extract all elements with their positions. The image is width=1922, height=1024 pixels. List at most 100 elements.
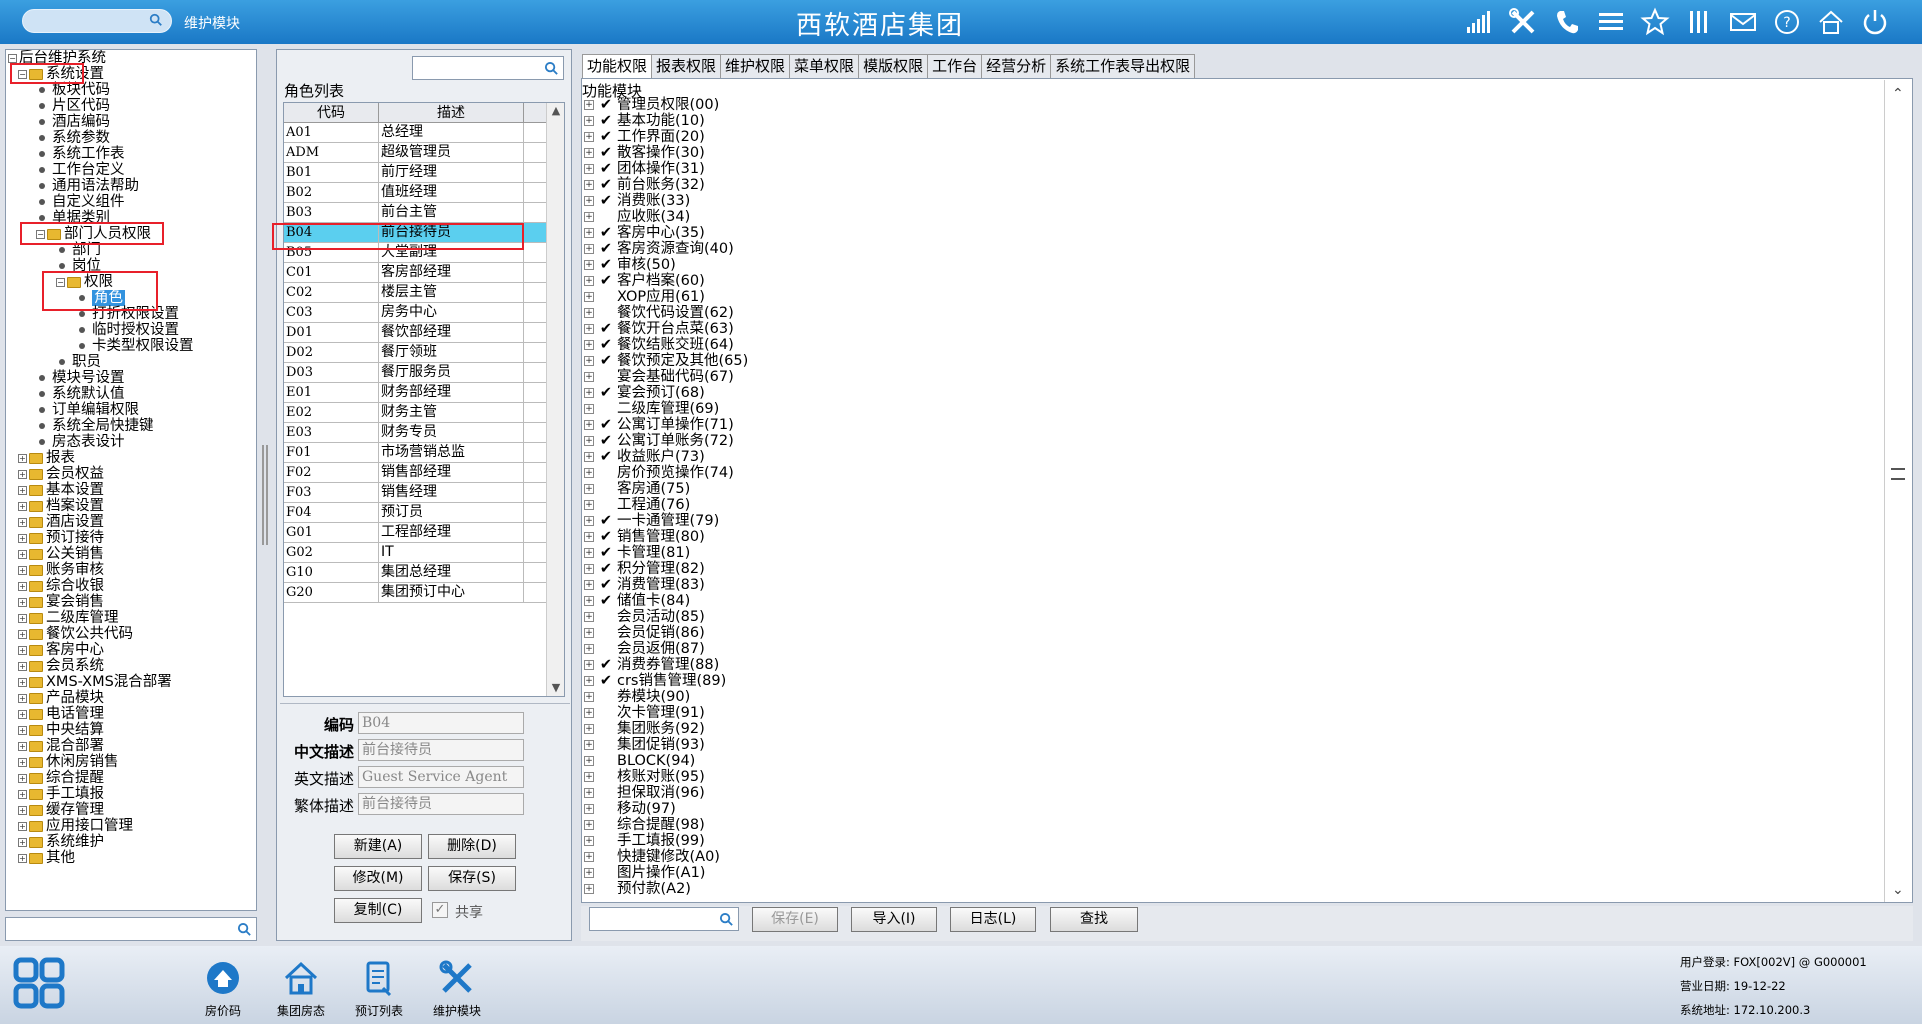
- new-button[interactable]: 新建(A): [334, 834, 422, 859]
- global-search-input[interactable]: [22, 9, 172, 33]
- expand-toggle-icon[interactable]: +: [18, 741, 27, 751]
- tab-permission[interactable]: 系统工作表导出权限: [1050, 54, 1196, 78]
- expand-toggle-icon[interactable]: +: [18, 821, 27, 831]
- expand-toggle-icon[interactable]: +: [584, 596, 594, 606]
- tree-item[interactable]: 系统默认值: [6, 386, 256, 402]
- checkmark-icon[interactable]: ✔: [599, 529, 613, 545]
- expand-toggle-icon[interactable]: +: [18, 501, 27, 511]
- permission-item[interactable]: + ✔ 审核(50): [584, 257, 748, 273]
- permission-item[interactable]: + 集团账务(92): [584, 721, 748, 737]
- tree-item[interactable]: + 酒店设置: [6, 514, 256, 530]
- expand-toggle-icon[interactable]: +: [18, 837, 27, 847]
- tree-item[interactable]: 系统全局快捷键: [6, 418, 256, 434]
- permission-item[interactable]: + ✔ 公寓订单账务(72): [584, 433, 748, 449]
- checkmark-icon[interactable]: ✔: [599, 145, 613, 161]
- start-menu-icon[interactable]: [12, 954, 68, 1014]
- expand-toggle-icon[interactable]: +: [584, 244, 594, 254]
- checkmark-icon[interactable]: ✔: [599, 97, 613, 113]
- permission-item[interactable]: + ✔ 团体操作(31): [584, 161, 748, 177]
- role-row[interactable]: G02 IT: [284, 543, 564, 563]
- tree-item[interactable]: 系统工作表: [6, 146, 256, 162]
- scroll-down-icon[interactable]: ⌄: [1892, 882, 1904, 898]
- permission-item[interactable]: + 担保取消(96): [584, 785, 748, 801]
- permission-item[interactable]: + 应收账(34): [584, 209, 748, 225]
- dock-item-maintenance[interactable]: 维护模块: [422, 958, 492, 1019]
- expand-toggle-icon[interactable]: +: [18, 629, 27, 639]
- find-button[interactable]: 查找: [1050, 907, 1138, 932]
- tab-permission[interactable]: 模版权限: [858, 54, 929, 78]
- expand-toggle-icon[interactable]: +: [584, 116, 594, 126]
- column-header-desc[interactable]: 描述: [379, 103, 524, 122]
- checkmark-icon[interactable]: ✔: [599, 113, 613, 129]
- expand-toggle-icon[interactable]: +: [584, 548, 594, 558]
- expand-toggle-icon[interactable]: +: [584, 404, 594, 414]
- role-row[interactable]: A01 总经理: [284, 123, 564, 143]
- expand-toggle-icon[interactable]: −: [8, 53, 17, 63]
- expand-toggle-icon[interactable]: +: [18, 773, 27, 783]
- expand-toggle-icon[interactable]: +: [584, 420, 594, 430]
- expand-toggle-icon[interactable]: +: [18, 725, 27, 735]
- tree-item[interactable]: + 二级库管理: [6, 610, 256, 626]
- checkmark-icon[interactable]: ✔: [599, 177, 613, 193]
- expand-toggle-icon[interactable]: +: [584, 580, 594, 590]
- permission-item[interactable]: + ✔ 积分管理(82): [584, 561, 748, 577]
- expand-toggle-icon[interactable]: +: [584, 164, 594, 174]
- role-row[interactable]: C02 楼层主管: [284, 283, 564, 303]
- role-row[interactable]: C03 房务中心: [284, 303, 564, 323]
- expand-toggle-icon[interactable]: +: [584, 708, 594, 718]
- role-row[interactable]: G01 工程部经理: [284, 523, 564, 543]
- expand-toggle-icon[interactable]: +: [584, 676, 594, 686]
- permission-item[interactable]: + ✔ 宴会预订(68): [584, 385, 748, 401]
- tree-item[interactable]: + 账务审核: [6, 562, 256, 578]
- tree-item[interactable]: + 产品模块: [6, 690, 256, 706]
- checkmark-icon[interactable]: ✔: [599, 513, 613, 529]
- role-row[interactable]: ADM 超级管理员: [284, 143, 564, 163]
- expand-toggle-icon[interactable]: +: [584, 532, 594, 542]
- tree-item[interactable]: 通用语法帮助: [6, 178, 256, 194]
- permission-item[interactable]: + ✔ 消费券管理(88): [584, 657, 748, 673]
- expand-toggle-icon[interactable]: +: [584, 196, 594, 206]
- expand-toggle-icon[interactable]: +: [18, 853, 27, 863]
- save-permission-button[interactable]: 保存(E): [752, 907, 838, 932]
- checkmark-icon[interactable]: ✔: [599, 433, 613, 449]
- expand-toggle-icon[interactable]: +: [584, 260, 594, 270]
- expand-toggle-icon[interactable]: +: [584, 660, 594, 670]
- log-button[interactable]: 日志(L): [950, 907, 1036, 932]
- tree-item[interactable]: 卡类型权限设置: [6, 338, 256, 354]
- expand-toggle-icon[interactable]: +: [584, 100, 594, 110]
- role-row[interactable]: B01 前厅经理: [284, 163, 564, 183]
- permission-item[interactable]: + 预付款(A2): [584, 881, 748, 897]
- search-icon[interactable]: [719, 912, 734, 927]
- tree-search-input[interactable]: [5, 917, 257, 941]
- import-button[interactable]: 导入(I): [851, 907, 937, 932]
- expand-toggle-icon[interactable]: +: [18, 789, 27, 799]
- mail-icon[interactable]: [1728, 7, 1762, 37]
- tab-permission[interactable]: 经营分析: [981, 54, 1052, 78]
- expand-toggle-icon[interactable]: +: [584, 468, 594, 478]
- permission-item[interactable]: + ✔ 一卡通管理(79): [584, 513, 748, 529]
- expand-toggle-icon[interactable]: +: [584, 148, 594, 158]
- expand-toggle-icon[interactable]: +: [584, 180, 594, 190]
- tree-item[interactable]: 片区代码: [6, 98, 256, 114]
- role-row[interactable]: E01 财务部经理: [284, 383, 564, 403]
- permission-scrollbar[interactable]: ⌃ ⌄: [1884, 80, 1912, 902]
- checkmark-icon[interactable]: ✔: [599, 385, 613, 401]
- expand-toggle-icon[interactable]: +: [584, 500, 594, 510]
- permission-item[interactable]: + 餐饮代码设置(62): [584, 305, 748, 321]
- expand-toggle-icon[interactable]: +: [18, 549, 27, 559]
- tree-item[interactable]: + 电话管理: [6, 706, 256, 722]
- checkmark-icon[interactable]: ✔: [599, 321, 613, 337]
- checkmark-icon[interactable]: ✔: [599, 561, 613, 577]
- scroll-thumb-icon[interactable]: [1891, 468, 1905, 480]
- expand-toggle-icon[interactable]: +: [584, 292, 594, 302]
- tree-item[interactable]: + 休闲房销售: [6, 754, 256, 770]
- scroll-up-icon[interactable]: ⌃: [1892, 86, 1904, 102]
- tree-item[interactable]: 房态表设计: [6, 434, 256, 450]
- permission-item[interactable]: + 房价预览操作(74): [584, 465, 748, 481]
- expand-toggle-icon[interactable]: +: [584, 804, 594, 814]
- signal-icon[interactable]: [1464, 7, 1498, 37]
- tree-item[interactable]: 订单编辑权限: [6, 402, 256, 418]
- permission-item[interactable]: + ✔ 餐饮结账交班(64): [584, 337, 748, 353]
- checkmark-icon[interactable]: ✔: [599, 353, 613, 369]
- role-row[interactable]: B03 前台主管: [284, 203, 564, 223]
